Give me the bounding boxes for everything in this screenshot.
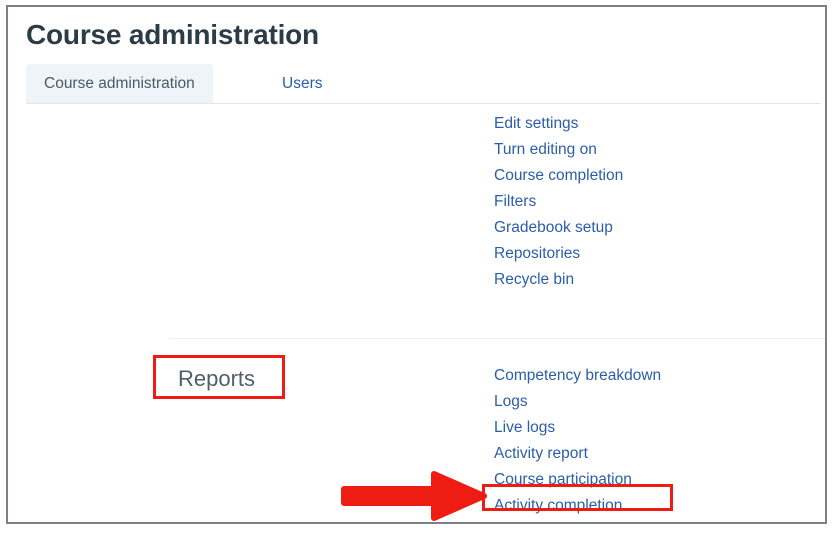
tab-label: Users — [282, 75, 323, 92]
link-gradebook-setup[interactable]: Gradebook setup — [494, 215, 613, 241]
section-divider — [170, 338, 825, 339]
reports-link-list: Competency breakdown Logs Live logs Acti… — [494, 363, 661, 519]
link-turn-editing-on[interactable]: Turn editing on — [494, 137, 597, 163]
link-course-completion[interactable]: Course completion — [494, 163, 623, 189]
section-heading-reports: Reports — [178, 366, 256, 391]
course-administration-panel: Course administration Course administrat… — [6, 5, 827, 524]
tab-bar-divider — [26, 103, 821, 104]
link-activity-completion[interactable]: Activity completion — [494, 493, 622, 519]
tab-course-administration[interactable]: Course administration — [26, 64, 213, 104]
link-competency-breakdown[interactable]: Competency breakdown — [494, 363, 661, 389]
link-filters[interactable]: Filters — [494, 189, 536, 215]
link-edit-settings[interactable]: Edit settings — [494, 111, 578, 137]
link-recycle-bin[interactable]: Recycle bin — [494, 267, 574, 293]
link-activity-report[interactable]: Activity report — [494, 441, 588, 467]
tab-bar: Course administration Users — [26, 64, 825, 104]
tab-label: Course administration — [44, 75, 195, 92]
link-course-participation[interactable]: Course participation — [494, 467, 632, 493]
screenshot-root: Course administration Course administrat… — [0, 0, 837, 534]
link-logs[interactable]: Logs — [494, 389, 528, 415]
course-settings-link-list: Edit settings Turn editing on Course com… — [494, 111, 623, 293]
tab-users[interactable]: Users — [264, 64, 340, 104]
link-repositories[interactable]: Repositories — [494, 241, 580, 267]
page-title: Course administration — [26, 19, 319, 50]
link-live-logs[interactable]: Live logs — [494, 415, 555, 441]
